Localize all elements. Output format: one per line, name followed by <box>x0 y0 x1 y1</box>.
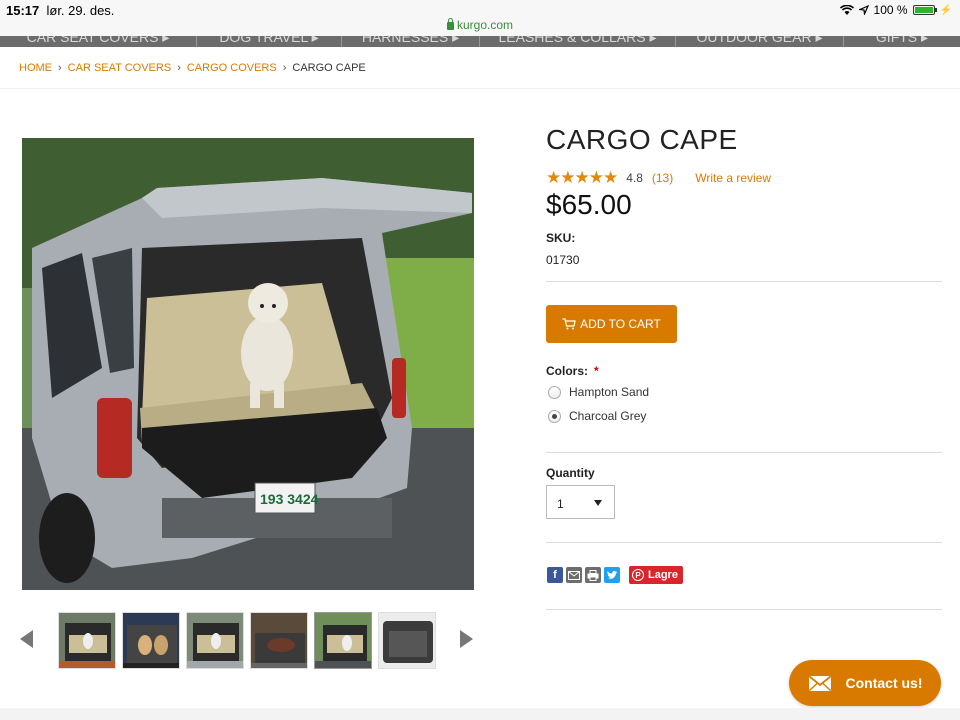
envelope-icon <box>808 675 831 691</box>
breadcrumb-current: CARGO CAPE <box>292 62 366 74</box>
caret-down-icon <box>594 500 602 506</box>
thumbnail-5[interactable] <box>314 612 372 669</box>
footer-strip <box>0 708 960 720</box>
status-bar: 15:17 lør. 29. des. kurgo.com 100 % ⚡ <box>0 0 960 36</box>
radio-button-selected[interactable] <box>548 409 561 423</box>
divider <box>546 452 942 453</box>
colors-label: Colors: * <box>546 364 599 378</box>
print-icon[interactable] <box>585 567 601 583</box>
address-bar[interactable]: kurgo.com <box>0 18 960 32</box>
thumbnail-1[interactable] <box>58 612 116 669</box>
battery-text: 100 % <box>873 3 908 17</box>
color-option-label: Hampton Sand <box>569 385 650 399</box>
product-price: $65.00 <box>546 189 632 220</box>
chevron-right-icon: › <box>177 62 181 74</box>
radio-button[interactable] <box>548 385 561 399</box>
thumbnail-4[interactable] <box>250 612 308 669</box>
nav-gifts[interactable]: GIFTS ▸ <box>844 36 960 47</box>
sku-label: SKU: <box>546 231 576 245</box>
main-nav: CAR SEAT COVERS ▸ DOG TRAVEL ▸ HARNESSES… <box>0 36 960 47</box>
wifi-icon <box>839 4 854 15</box>
divider <box>546 542 942 543</box>
date-text: lør. 29. des. <box>46 3 115 18</box>
twitter-icon[interactable] <box>604 567 620 583</box>
required-marker: * <box>594 364 599 378</box>
charging-icon: ⚡ <box>939 4 952 16</box>
thumbnail-6[interactable] <box>378 612 436 669</box>
product-main-image[interactable]: 193 3424 <box>22 138 474 590</box>
pinterest-save-button[interactable]: P Lagre <box>629 566 683 584</box>
thumbnail-3[interactable] <box>186 612 244 669</box>
quantity-label: Quantity <box>546 466 595 480</box>
prev-arrow-icon[interactable] <box>20 630 33 648</box>
lock-icon <box>446 18 454 30</box>
sku-value: 01730 <box>546 253 580 267</box>
divider <box>546 281 942 282</box>
write-review-link[interactable]: Write a review <box>695 171 771 185</box>
divider <box>0 88 960 89</box>
chevron-right-icon: › <box>58 62 62 74</box>
nav-harnesses[interactable]: HARNESSES ▸ <box>342 36 480 47</box>
chevron-right-icon: › <box>282 62 287 74</box>
add-to-cart-label: ADD TO CART <box>580 317 661 331</box>
share-bar: f P Lagre <box>547 566 683 584</box>
nav-car-seat-covers[interactable]: CAR SEAT COVERS ▸ <box>0 36 197 47</box>
url-text: kurgo.com <box>456 18 514 32</box>
rating-value: 4.8 <box>626 171 643 185</box>
colors-label-text: Colors: <box>546 364 588 378</box>
breadcrumb: HOME › CAR SEAT COVERS › CARGO COVERS › … <box>19 62 366 74</box>
rating-row: ★★★★★ 4.8 (13) Write a review <box>546 168 771 188</box>
review-count-link[interactable]: (13) <box>652 171 673 185</box>
quantity-value: 1 <box>557 497 564 511</box>
breadcrumb-home[interactable]: HOME <box>19 62 52 74</box>
svg-text:193 3424: 193 3424 <box>260 491 319 507</box>
next-arrow-icon[interactable] <box>460 630 473 648</box>
add-to-cart-button[interactable]: ADD TO CART <box>546 305 677 343</box>
nav-dog-travel[interactable]: DOG TRAVEL ▸ <box>197 36 342 47</box>
email-icon[interactable] <box>566 567 582 583</box>
quantity-select[interactable]: 1 <box>546 485 615 519</box>
thumbnail-strip <box>20 612 476 670</box>
contact-us-button[interactable]: Contact us! <box>789 660 941 706</box>
location-icon <box>858 5 869 15</box>
battery-icon <box>912 5 937 15</box>
color-option-label: Charcoal Grey <box>569 409 647 423</box>
nav-leashes-collars[interactable]: LEASHES & COLLARS ▸ <box>480 36 676 47</box>
breadcrumb-cargo-covers[interactable]: CARGO COVERS <box>187 62 277 74</box>
cart-icon <box>562 318 576 330</box>
status-icons: 100 % ⚡ <box>839 3 952 17</box>
color-option-hampton-sand[interactable]: Hampton Sand <box>548 385 649 399</box>
product-title: CARGO CAPE <box>546 124 738 155</box>
time-text: 15:17 <box>6 3 40 18</box>
pinterest-save-label: Lagre <box>648 569 678 581</box>
color-option-charcoal-grey[interactable]: Charcoal Grey <box>548 409 646 423</box>
status-time: 15:17 lør. 29. des. <box>6 3 114 18</box>
pinterest-icon: P <box>632 569 644 581</box>
star-rating-icon: ★★★★★ <box>546 168 618 187</box>
breadcrumb-car-seat-covers[interactable]: CAR SEAT COVERS <box>68 62 172 74</box>
thumbnail-2[interactable] <box>122 612 180 669</box>
nav-outdoor-gear[interactable]: OUTDOOR GEAR ▸ <box>676 36 844 47</box>
facebook-icon[interactable]: f <box>547 567 563 583</box>
contact-us-label: Contact us! <box>845 675 923 691</box>
divider <box>546 609 942 610</box>
